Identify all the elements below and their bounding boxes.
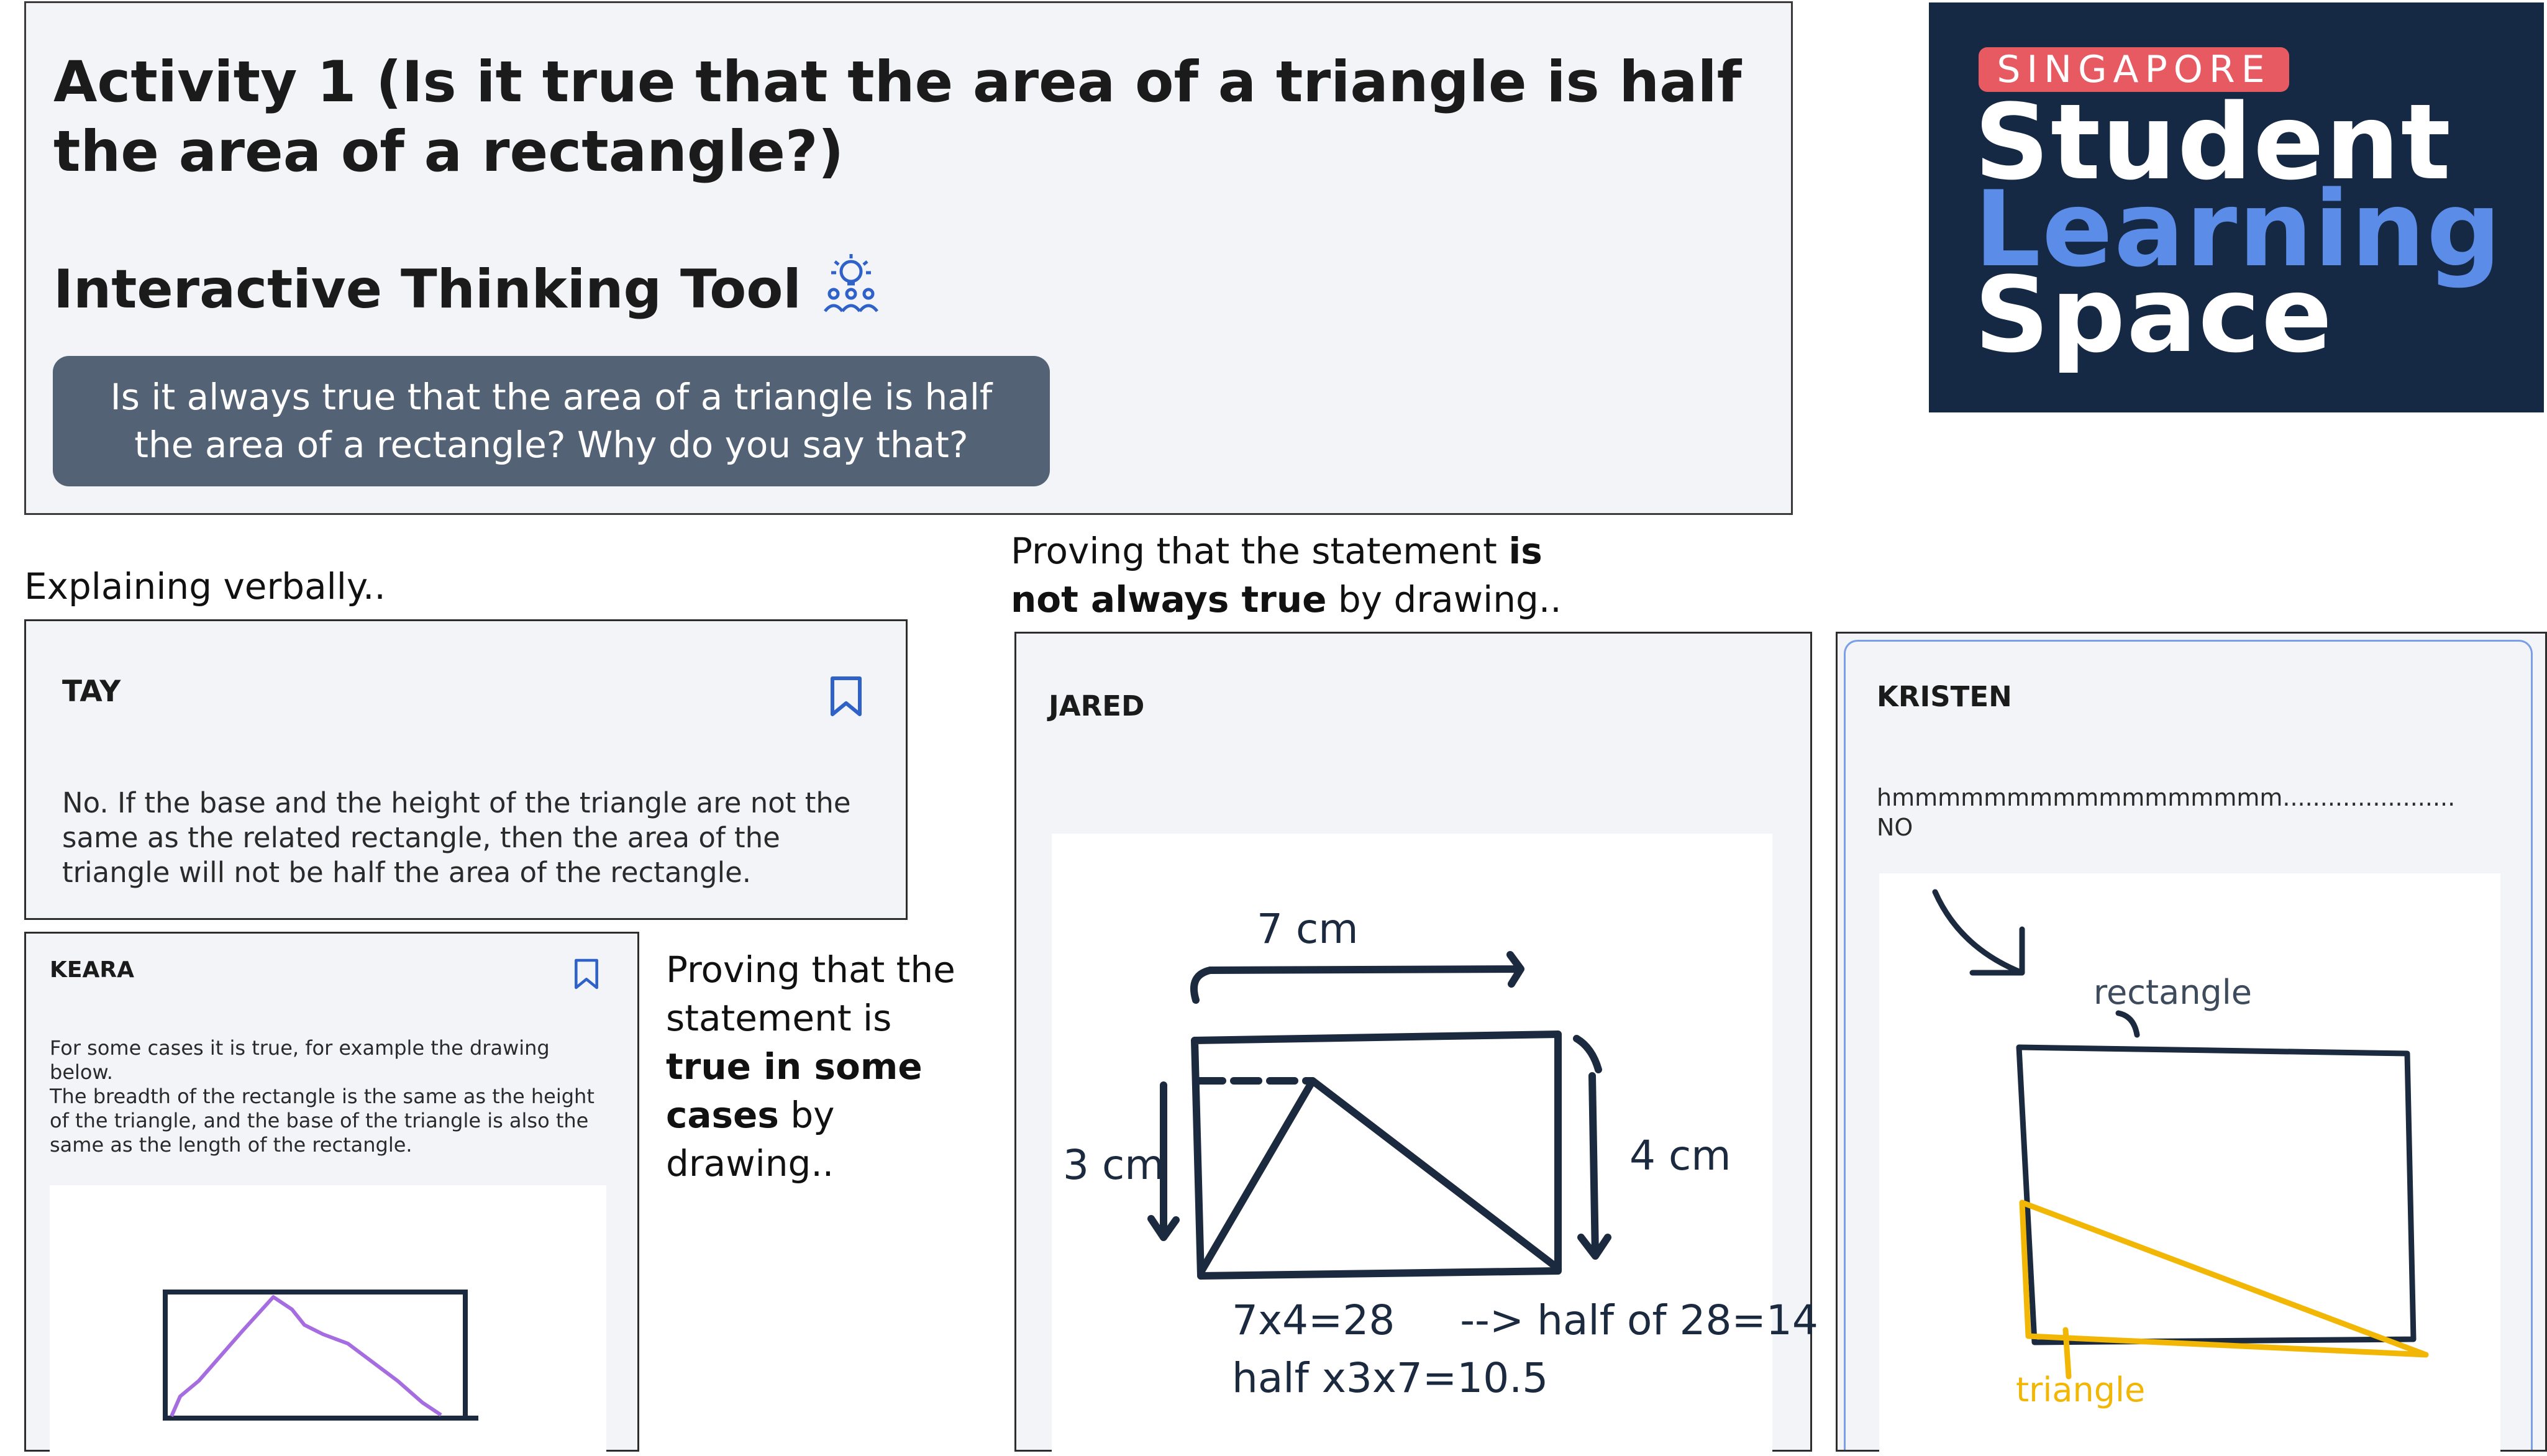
drawing-rectangle xyxy=(2016,1044,2417,1345)
drawing-canvas: 7 cm 3 cm 4 cm 7x4=28 --> half of 28=14 … xyxy=(1052,834,1818,1454)
card-author-name: TAY xyxy=(62,675,121,709)
response-card-keara[interactable]: KEARA For some cases it is true, for exa… xyxy=(24,932,639,1454)
response-card-jared[interactable]: JARED 7 cm 3 cm 4 cm 7x4=28 --> half of … xyxy=(1014,632,1818,1454)
caption-verbal: Explaining verbally.. xyxy=(24,565,386,607)
calc-rectangle-area: 7x4=28 --> half of 28=14 xyxy=(1232,1296,1818,1344)
label-side: 4 cm xyxy=(1629,1132,1731,1180)
card-author-name: KEARA xyxy=(50,957,134,983)
label-length: 7 cm xyxy=(1257,905,1359,953)
drawing-canvas: rectangle triangle xyxy=(1879,873,2500,1454)
drawing-rectangle xyxy=(1191,1031,1562,1280)
card-response-line-2: NO xyxy=(1877,814,1913,841)
activity-title: Activity 1 (Is it true that the area of … xyxy=(53,50,1742,184)
activity-panel: Activity 1 (Is it true that the area of … xyxy=(24,1,1793,515)
drawing-triangle xyxy=(170,1295,442,1417)
calc-triangle-area: half x3x7=10.5 xyxy=(1232,1354,1549,1402)
prompt-bubble: Is it always true that the area of a tri… xyxy=(53,356,1050,486)
card-response-text: No. If the base and the height of the tr… xyxy=(62,786,851,889)
drawing-arrow xyxy=(1932,889,2025,976)
tool-heading-label: Interactive Thinking Tool xyxy=(53,258,801,321)
card-response-line-1: For some cases it is true, for example t… xyxy=(50,1036,550,1084)
lightbulb-people-icon xyxy=(820,252,882,327)
card-author-name: JARED xyxy=(1049,689,1145,722)
card-response-text: hmmmmmmmmmmmmmmmmm......................… xyxy=(1877,783,2455,842)
caption-not-always-true-pre: Proving that the statement xyxy=(1011,530,1509,572)
label-rectangle: rectangle xyxy=(2094,973,2252,1012)
drawing-canvas xyxy=(50,1185,606,1454)
label-triangle: triangle xyxy=(2016,1370,2146,1409)
bookmark-icon[interactable] xyxy=(574,958,599,992)
response-card-tay[interactable]: TAY No. If the base and the height of th… xyxy=(24,619,908,920)
caption-true-pre: Proving that the statement is xyxy=(666,949,955,1039)
logo-word-space: Space xyxy=(1974,254,2334,376)
card-author-name: KRISTEN xyxy=(1877,680,2012,713)
tool-heading: Interactive Thinking Tool xyxy=(53,252,882,327)
drawing-triangle xyxy=(2019,1199,2429,1358)
caption-not-always-true-post: by drawing.. xyxy=(1326,578,1562,621)
card-response-text: For some cases it is true, for example t… xyxy=(50,1036,609,1157)
drawing-triangle xyxy=(1197,1077,1562,1276)
caption-true-some-cases: Proving that the statement is true in so… xyxy=(666,945,958,1188)
bookmark-icon[interactable] xyxy=(830,676,862,719)
response-card-kristen[interactable]: KRISTEN hmmmmmmmmmmmmmmmmm..............… xyxy=(1836,632,2547,1454)
label-breadth: 3 cm xyxy=(1063,1141,1165,1189)
student-learning-space-logo: SINGAPORE Student Learning Space xyxy=(1929,2,2544,412)
card-response-line-2: The breadth of the rectangle is the same… xyxy=(50,1085,595,1157)
card-response-line-1: hmmmmmmmmmmmmmmmmm......................… xyxy=(1877,784,2456,811)
caption-not-always-true: Proving that the statement is not always… xyxy=(1011,527,1607,624)
